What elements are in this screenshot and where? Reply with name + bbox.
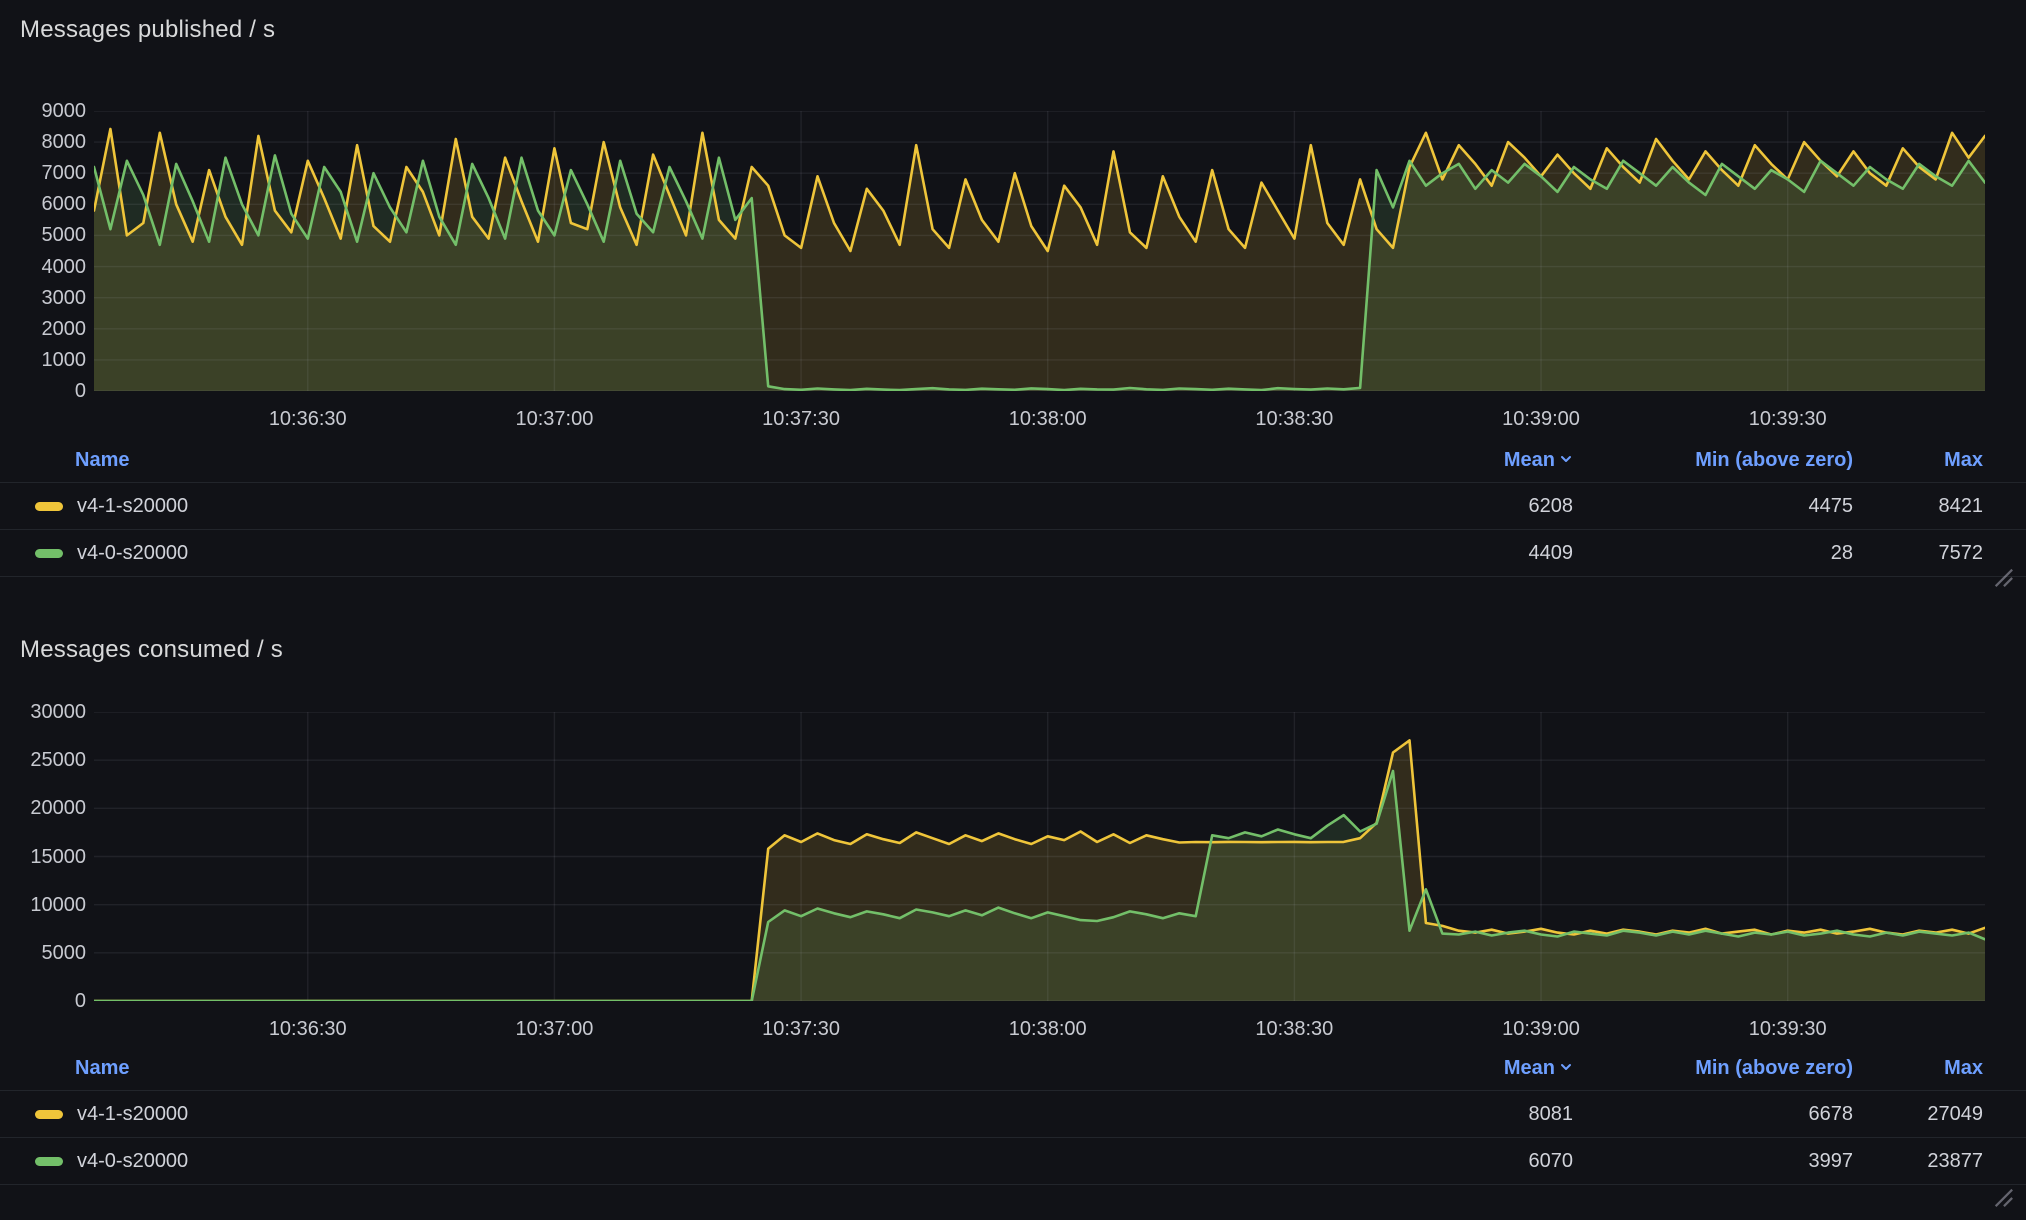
legend-header-name[interactable]: Name [35, 1057, 1403, 1080]
series-color-swatch[interactable] [35, 1157, 63, 1166]
y-axis-tick-label: 4000 [6, 255, 86, 279]
chevron-down-icon [1559, 1057, 1573, 1080]
timeseries-plot-consumed[interactable] [94, 712, 1985, 1001]
y-axis-tick-label: 8000 [6, 130, 86, 154]
x-axis-tick-label: 10:37:30 [731, 1017, 871, 1041]
y-axis-tick-label: 1000 [6, 348, 86, 372]
stat-max-value: 7572 [1853, 542, 1983, 565]
panel-messages-consumed: Messages consumed / s Name Mean Min (abo… [0, 620, 2026, 1220]
legend-header-min[interactable]: Min (above zero) [1573, 1057, 1853, 1080]
legend-row: v4-1-s20000 620844758421 [0, 483, 2026, 530]
stat-mean-value: 4409 [1403, 542, 1573, 565]
x-axis-tick-label: 10:38:30 [1224, 407, 1364, 431]
series-name[interactable]: v4-0-s20000 [77, 1150, 188, 1173]
x-axis-tick-label: 10:36:30 [238, 1017, 378, 1041]
legend-table: Name Mean Min (above zero) Max v4-1-s200… [0, 439, 2026, 577]
stat-mean-value: 6208 [1403, 495, 1573, 518]
y-axis-tick-label: 20000 [6, 796, 86, 820]
x-axis-tick-label: 10:38:00 [978, 1017, 1118, 1041]
series-name[interactable]: v4-1-s20000 [77, 495, 188, 518]
y-axis-tick-label: 9000 [6, 99, 86, 123]
x-axis-tick-label: 10:38:30 [1224, 1017, 1364, 1041]
series-color-swatch[interactable] [35, 549, 63, 558]
chevron-down-icon [1559, 449, 1573, 472]
x-axis-tick-label: 10:37:30 [731, 407, 871, 431]
legend-table: Name Mean Min (above zero) Max v4-1-s200… [0, 1047, 2026, 1185]
x-axis-tick-label: 10:39:30 [1718, 407, 1858, 431]
y-axis-tick-label: 2000 [6, 317, 86, 341]
stat-min-value: 28 [1573, 542, 1853, 565]
legend-row: v4-0-s20000 4409287572 [0, 530, 2026, 577]
series-color-swatch[interactable] [35, 1110, 63, 1119]
stat-max-value: 8421 [1853, 495, 1983, 518]
legend-header-row: Name Mean Min (above zero) Max [0, 1047, 2026, 1091]
x-axis-tick-label: 10:37:00 [484, 407, 624, 431]
legend-header-max[interactable]: Max [1853, 449, 1983, 472]
panel-resize-handle[interactable] [1992, 1186, 2014, 1208]
series-name[interactable]: v4-0-s20000 [77, 542, 188, 565]
stat-max-value: 23877 [1853, 1150, 1983, 1173]
stat-min-value: 6678 [1573, 1103, 1853, 1126]
stat-max-value: 27049 [1853, 1103, 1983, 1126]
legend-header-name[interactable]: Name [35, 449, 1403, 472]
legend-header-min[interactable]: Min (above zero) [1573, 449, 1853, 472]
stat-min-value: 4475 [1573, 495, 1853, 518]
y-axis-tick-label: 10000 [6, 893, 86, 917]
stat-min-value: 3997 [1573, 1150, 1853, 1173]
legend-header-mean[interactable]: Mean [1403, 1057, 1573, 1080]
panel-title[interactable]: Messages consumed / s [20, 634, 283, 666]
y-axis-tick-label: 25000 [6, 748, 86, 772]
legend-row: v4-1-s20000 8081667827049 [0, 1091, 2026, 1138]
y-axis-tick-label: 0 [6, 989, 86, 1013]
y-axis-tick-label: 15000 [6, 845, 86, 869]
y-axis-tick-label: 7000 [6, 161, 86, 185]
legend-header-mean[interactable]: Mean [1403, 449, 1573, 472]
legend-row: v4-0-s20000 6070399723877 [0, 1138, 2026, 1185]
stat-mean-value: 6070 [1403, 1150, 1573, 1173]
timeseries-plot-published[interactable] [94, 111, 1985, 391]
legend-header-mean-label: Mean [1504, 449, 1555, 472]
panel-title[interactable]: Messages published / s [20, 14, 275, 46]
x-axis-tick-label: 10:39:30 [1718, 1017, 1858, 1041]
x-axis-tick-label: 10:39:00 [1471, 1017, 1611, 1041]
x-axis-tick-label: 10:36:30 [238, 407, 378, 431]
y-axis-tick-label: 0 [6, 379, 86, 403]
y-axis-tick-label: 5000 [6, 941, 86, 965]
y-axis-tick-label: 30000 [6, 700, 86, 724]
x-axis-tick-label: 10:39:00 [1471, 407, 1611, 431]
panel-messages-published: Messages published / s Name Mean Min (ab… [0, 0, 2026, 600]
legend-header-mean-label: Mean [1504, 1057, 1555, 1080]
panel-resize-handle[interactable] [1992, 566, 2014, 588]
legend-header-row: Name Mean Min (above zero) Max [0, 439, 2026, 483]
series-color-swatch[interactable] [35, 502, 63, 511]
x-axis-tick-label: 10:37:00 [484, 1017, 624, 1041]
y-axis-tick-label: 6000 [6, 192, 86, 216]
y-axis-tick-label: 3000 [6, 286, 86, 310]
series-name[interactable]: v4-1-s20000 [77, 1103, 188, 1126]
legend-header-max[interactable]: Max [1853, 1057, 1983, 1080]
y-axis-tick-label: 5000 [6, 223, 86, 247]
x-axis-tick-label: 10:38:00 [978, 407, 1118, 431]
stat-mean-value: 8081 [1403, 1103, 1573, 1126]
